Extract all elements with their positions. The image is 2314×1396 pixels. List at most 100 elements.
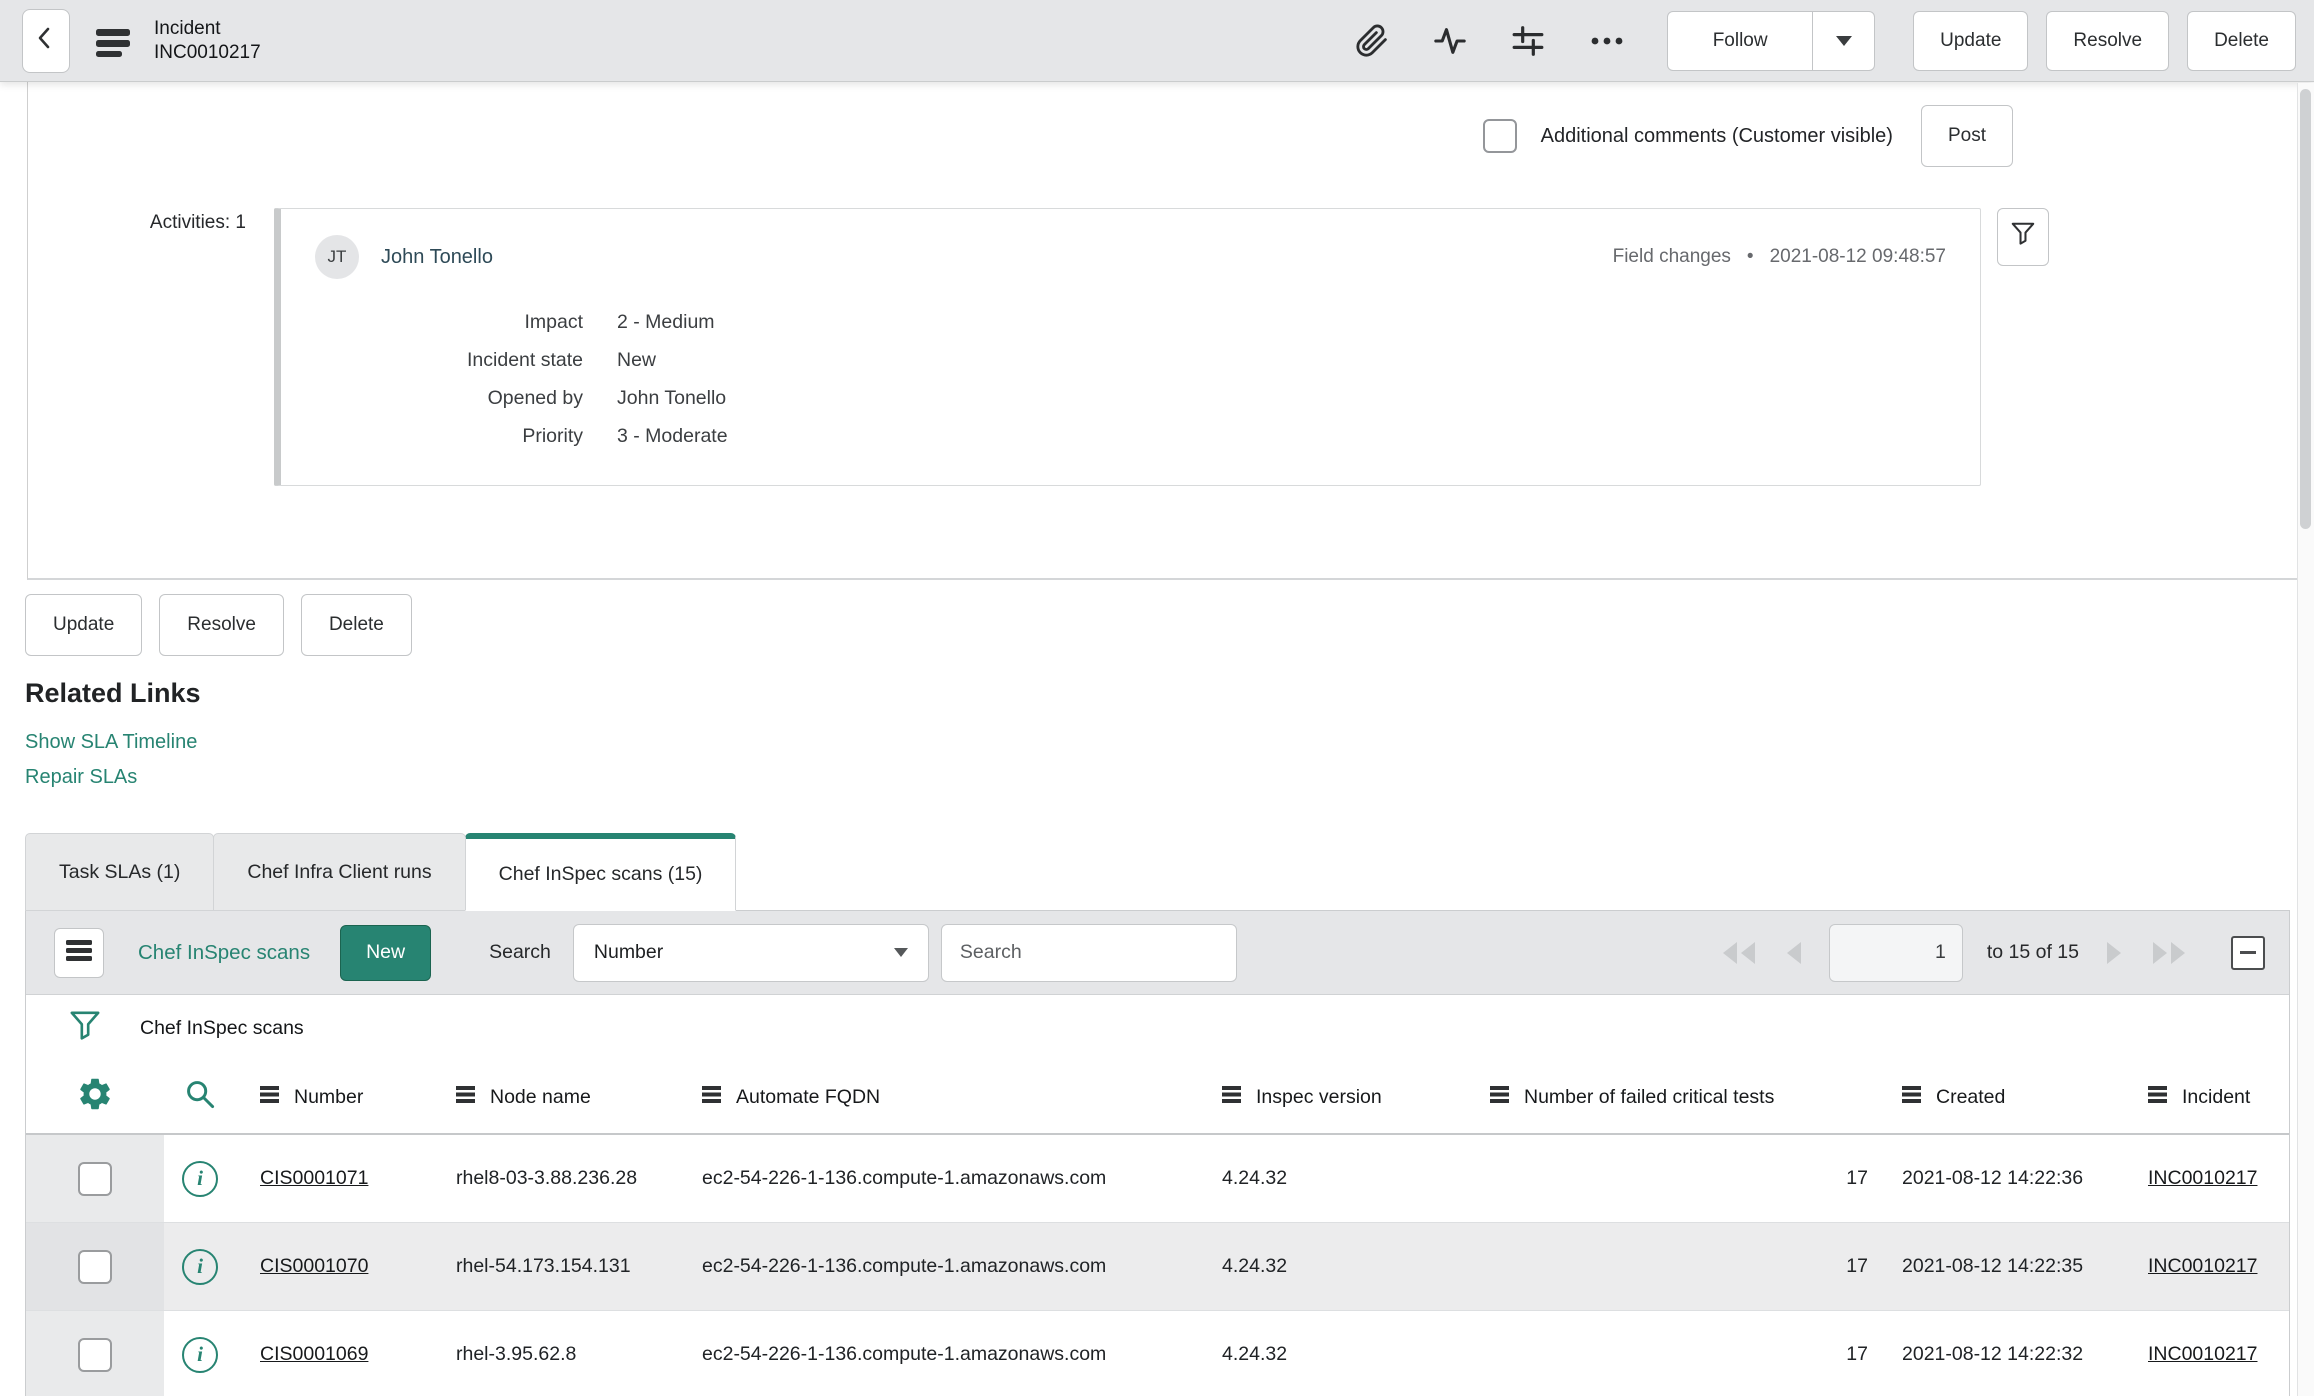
cell-created: 2021-08-12 14:22:32: [1902, 1343, 2084, 1365]
search-field-select[interactable]: Number: [572, 923, 929, 982]
row-checkbox[interactable]: [78, 1337, 112, 1372]
cell-node-name: rhel-3.95.62.8: [456, 1343, 577, 1365]
page-body: Additional comments (Customer visible) P…: [0, 82, 2297, 1396]
page-number-input[interactable]: [1828, 923, 1963, 982]
column-header-label: Incident: [2182, 1085, 2251, 1108]
row-preview-cell: [164, 1135, 236, 1222]
meta-separator-dot: •: [1746, 246, 1754, 267]
attachment-paperclip-icon[interactable]: [1355, 24, 1389, 58]
column-menu-icon[interactable]: [2148, 1085, 2168, 1109]
column-menu-icon[interactable]: [260, 1085, 280, 1109]
field-value: New: [617, 349, 657, 371]
column-header-number[interactable]: Number: [236, 1061, 432, 1133]
form-header: Incident INC0010217 Follow Update Resolv…: [0, 0, 2314, 82]
cell-failed-critical-tests: 17: [1846, 1255, 1868, 1277]
vertical-scrollbar[interactable]: [2297, 83, 2314, 1396]
row-checkbox[interactable]: [78, 1161, 112, 1196]
additional-comments-row: Additional comments (Customer visible) P…: [28, 104, 2297, 168]
cell-incident: INC0010217: [2134, 1135, 2289, 1222]
field-change-row: Impact 2 - Medium: [315, 303, 1946, 341]
resolve-button-header[interactable]: Resolve: [2046, 10, 2170, 71]
incident-page: Incident INC0010217 Follow Update Resolv…: [0, 0, 2314, 1396]
search-label: Search: [489, 941, 551, 963]
incident-link[interactable]: INC0010217: [2148, 1255, 2258, 1278]
column-header-label: Inspec version: [1256, 1085, 1382, 1108]
incident-link[interactable]: INC0010217: [2148, 1343, 2258, 1366]
record-type-label: Incident: [154, 17, 221, 39]
column-menu-icon[interactable]: [456, 1085, 476, 1109]
activities-count-label: Activities: 1: [149, 212, 246, 233]
row-preview-cell: [164, 1311, 236, 1396]
search-field-value: Number: [593, 941, 664, 963]
row-range-label: to 15 of 15: [1986, 941, 2079, 963]
search-input[interactable]: [940, 923, 1237, 982]
field-label: Priority: [522, 425, 583, 447]
post-button[interactable]: Post: [1920, 105, 2013, 167]
column-header-created[interactable]: Created: [1878, 1061, 2134, 1133]
gear-icon[interactable]: [76, 1075, 114, 1119]
cell-created: 2021-08-12 14:22:35: [1902, 1255, 2084, 1277]
header-cell-search: [164, 1061, 236, 1133]
filter-breadcrumb[interactable]: Chef InSpec scans: [140, 1017, 304, 1040]
tab-task-slas[interactable]: Task SLAs (1): [25, 833, 215, 911]
personalize-sliders-icon[interactable]: [1511, 24, 1545, 58]
column-menu-icon[interactable]: [1222, 1085, 1242, 1109]
more-options-icon[interactable]: [1589, 32, 1625, 50]
info-icon[interactable]: [182, 1248, 218, 1285]
column-header-inspec-version[interactable]: Inspec version: [1198, 1061, 1466, 1133]
delete-button-header[interactable]: Delete: [2187, 10, 2296, 71]
column-menu-icon[interactable]: [702, 1085, 722, 1109]
row-checkbox[interactable]: [78, 1249, 112, 1284]
back-chevron-icon: [32, 24, 60, 58]
tab-chef-inspec-scans[interactable]: Chef InSpec scans (15): [464, 833, 737, 911]
info-icon[interactable]: [182, 1336, 218, 1373]
funnel-icon: [2010, 220, 2036, 254]
delete-button[interactable]: Delete: [300, 594, 412, 656]
follow-button[interactable]: Follow: [1667, 10, 1814, 71]
row-select-cell: [26, 1135, 164, 1222]
header-icon-group: [1355, 24, 1625, 58]
field-value: 2 - Medium: [617, 311, 715, 333]
collapse-list-icon[interactable]: [2231, 935, 2265, 970]
info-icon[interactable]: [182, 1160, 218, 1197]
record-link[interactable]: CIS0001071: [260, 1167, 368, 1190]
follow-dropdown-button[interactable]: [1813, 10, 1876, 71]
form-menu-icon[interactable]: [94, 25, 132, 57]
scrollbar-thumb[interactable]: [2300, 89, 2311, 529]
column-menu-icon[interactable]: [1902, 1085, 1922, 1109]
customer-visible-checkbox[interactable]: [1482, 119, 1517, 153]
tab-chef-infra-client-runs[interactable]: Chef Infra Client runs: [213, 833, 466, 911]
show-sla-timeline-link[interactable]: Show SLA Timeline: [25, 731, 2297, 754]
previous-page-icon[interactable]: [1783, 940, 1805, 966]
incident-link[interactable]: INC0010217: [2148, 1167, 2258, 1190]
additional-comments-label: Additional comments (Customer visible): [1540, 124, 1893, 147]
record-link[interactable]: CIS0001069: [260, 1343, 368, 1366]
column-header-incident[interactable]: Incident: [2134, 1061, 2289, 1133]
new-record-button[interactable]: New: [340, 924, 432, 981]
list-filter-row: Chef InSpec scans: [26, 995, 2289, 1061]
update-button-header[interactable]: Update: [1913, 10, 2029, 71]
list-menu-button[interactable]: [54, 927, 104, 978]
update-button[interactable]: Update: [25, 594, 143, 656]
search-icon[interactable]: [184, 1078, 216, 1116]
last-page-icon[interactable]: [2149, 940, 2189, 966]
record-link[interactable]: CIS0001070: [260, 1255, 368, 1278]
repair-slas-link[interactable]: Repair SLAs: [25, 766, 2297, 789]
field-label: Opened by: [487, 387, 583, 409]
activity-filter-button[interactable]: [1997, 208, 2049, 266]
first-page-icon[interactable]: [1719, 940, 1759, 966]
activity-stream-icon[interactable]: [1433, 24, 1467, 58]
column-menu-icon[interactable]: [1490, 1085, 1510, 1109]
list-title[interactable]: Chef InSpec scans: [138, 941, 310, 965]
activity-author[interactable]: John Tonello: [381, 246, 493, 269]
resolve-button[interactable]: Resolve: [159, 594, 284, 656]
next-page-icon[interactable]: [2103, 940, 2125, 966]
cell-incident: INC0010217: [2134, 1311, 2289, 1396]
back-button[interactable]: [22, 8, 70, 73]
column-header-node-name[interactable]: Node name: [432, 1061, 678, 1133]
chef-inspec-scans-panel: Chef InSpec scans New Search Number Sear…: [25, 910, 2290, 1396]
activity-meta: Field changes • 2021-08-12 09:48:57: [1613, 246, 1946, 268]
column-header-failed-critical-tests[interactable]: Number of failed critical tests: [1466, 1061, 1878, 1133]
column-header-automate-fqdn[interactable]: Automate FQDN: [678, 1061, 1198, 1133]
list-funnel-icon[interactable]: [68, 1008, 102, 1049]
